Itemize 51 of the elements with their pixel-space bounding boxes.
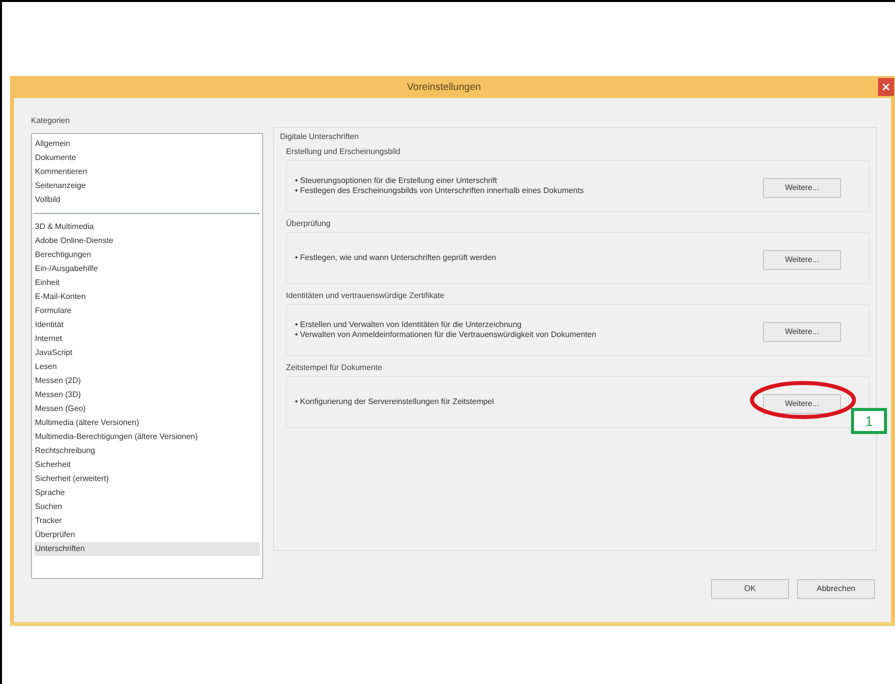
section-title: Zeitstempel für Dokumente (286, 362, 384, 374)
category-item[interactable]: Seitenanzeige (34, 179, 260, 193)
bullet-text: • Steuerungsoptionen für die Erstellung einer Unterschrift (295, 176, 498, 186)
category-item[interactable]: Berechtigungen (34, 248, 260, 262)
categories-label: Kategorien (31, 115, 71, 127)
category-item[interactable]: Allgemein (34, 137, 260, 151)
callout-label: 1 (851, 408, 887, 434)
more-button[interactable]: Weitere... (763, 394, 841, 414)
category-item[interactable]: Adobe Online-Dienste (34, 234, 260, 248)
category-item[interactable]: Lesen (34, 360, 260, 374)
category-item[interactable]: Rechtschreibung (34, 444, 260, 458)
category-item[interactable]: Sicherheit (34, 458, 260, 472)
panel-title: Digitale Unterschriften (280, 131, 360, 143)
dialog-button[interactable]: Abbrechen (797, 579, 875, 599)
category-item[interactable]: E-Mail-Konten (34, 290, 260, 304)
section-title: Erstellung und Erscheinungsbild (286, 146, 402, 158)
category-item[interactable]: Multimedia-Berechtigungen (ältere Versionen) (34, 430, 260, 444)
category-item[interactable]: Suchen (34, 500, 260, 514)
category-item[interactable]: Formulare (34, 304, 260, 318)
bullet-text: • Verwalten von Anmeldeinformationen für die Vertrauenswürdigkeit von Dokumenten (295, 330, 598, 340)
bullet-text: • Konfigurierung der Servereinstellungen für Zeitstempel (295, 397, 495, 407)
category-item[interactable]: Internet (34, 332, 260, 346)
category-item[interactable]: Sicherheit (erweitert) (34, 472, 260, 486)
dialog-button[interactable]: OK (711, 579, 789, 599)
category-item[interactable]: Ein-/Ausgabehilfe (34, 262, 260, 276)
section-title: Identitäten und vertrauenswürdige Zertifikate (286, 290, 446, 302)
category-item[interactable]: Einheit (34, 276, 260, 290)
close-button[interactable] (878, 78, 894, 96)
more-button[interactable]: Weitere... (763, 322, 841, 342)
more-button[interactable]: Weitere... (763, 250, 841, 270)
category-item[interactable]: Tracker (34, 514, 260, 528)
bullet-text: • Festlegen, wie und wann Unterschriften geprüft werden (295, 253, 498, 263)
category-item[interactable]: Kommentieren (34, 165, 260, 179)
bullet-text: • Festlegen des Erscheinungsbilds von Unterschriften innerhalb eines Dokuments (295, 186, 585, 196)
category-item[interactable]: 3D & Multimedia (34, 220, 260, 234)
bullet-text: • Erstellen und Verwalten von Identitäten für die Unterzeichnung (295, 320, 522, 330)
category-item[interactable]: Überprüfen (34, 528, 260, 542)
category-item[interactable]: Messen (2D) (34, 374, 260, 388)
category-item[interactable]: Sprache (34, 486, 260, 500)
category-item[interactable]: Messen (3D) (34, 388, 260, 402)
window-title: Voreinstellungen (406, 80, 482, 94)
category-item[interactable]: JavaScript (34, 346, 260, 360)
category-item[interactable]: Unterschriften (34, 542, 260, 556)
category-item[interactable]: Dokumente (34, 151, 260, 165)
category-item[interactable]: Multimedia (ältere Versionen) (34, 416, 260, 430)
category-item[interactable]: Vollbild (34, 193, 260, 207)
close-icon (882, 83, 890, 91)
category-item[interactable]: Identität (34, 318, 260, 332)
more-button[interactable]: Weitere... (763, 178, 841, 198)
section-title: Überprüfung (286, 218, 332, 230)
category-item[interactable]: Messen (Geo) (34, 402, 260, 416)
